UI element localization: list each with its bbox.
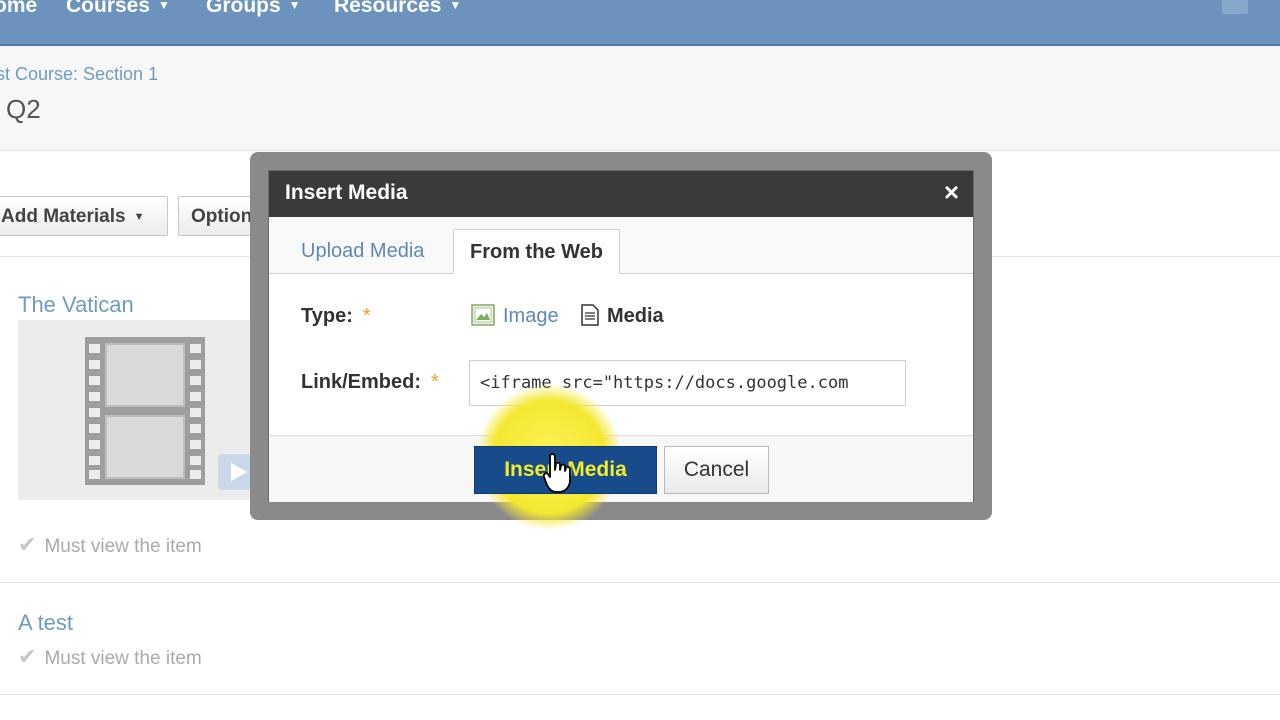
image-icon [471, 303, 495, 326]
nav-home[interactable]: ome [0, 0, 37, 18]
page-header: st Course: Section 1 Q2 [0, 46, 1280, 151]
type-option-media[interactable]: Media [581, 303, 664, 328]
media-thumbnail[interactable] [18, 320, 262, 500]
dialog-title: Insert Media [285, 181, 408, 204]
film-icon [85, 337, 205, 485]
nav-resources-label: Resources [334, 0, 442, 17]
link-embed-label: Link/Embed: * [301, 371, 439, 394]
tab-from-the-web[interactable]: From the Web [453, 229, 620, 274]
chevron-down-icon: ▼ [449, 0, 462, 12]
dialog-header: Insert Media × [269, 171, 973, 217]
divider [0, 582, 1280, 583]
document-icon [581, 303, 599, 326]
required-star: * [362, 305, 371, 327]
requirement-label: Must view the item [44, 536, 202, 557]
type-label-text: Type: [301, 305, 353, 327]
nav-courses-label: Courses [66, 0, 151, 17]
checkmark-icon: ✔ [18, 532, 37, 557]
divider [0, 694, 1280, 695]
chevron-down-icon: ▼ [288, 0, 301, 12]
nav-home-label: ome [0, 0, 38, 17]
nav-groups-label: Groups [206, 0, 281, 17]
add-materials-button[interactable]: Add Materials ▼ [0, 196, 168, 236]
add-materials-label: Add Materials [1, 206, 126, 227]
type-option-image[interactable]: Image [471, 303, 559, 328]
link-embed-label-text: Link/Embed: [301, 371, 422, 393]
type-option-image-label: Image [503, 305, 559, 327]
type-label: Type: * [301, 305, 371, 328]
page-title: Q2 [6, 94, 41, 124]
close-icon[interactable]: × [944, 177, 959, 208]
tab-strip: Upload Media From the Web [269, 217, 973, 274]
item-title[interactable]: The Vatican [18, 292, 134, 318]
nav-groups[interactable]: Groups ▼ [206, 0, 301, 18]
breadcrumb[interactable]: st Course: Section 1 [0, 64, 158, 85]
user-menu-icon[interactable] [1222, 0, 1248, 14]
chevron-down-icon: ▼ [158, 0, 170, 12]
type-option-media-label: Media [607, 305, 664, 327]
requirement-label: Must view the item [44, 648, 202, 669]
requirement-row: ✔ Must view the item [18, 532, 202, 558]
nav-resources[interactable]: Resources ▼ [334, 0, 461, 18]
cancel-button[interactable]: Cancel [664, 446, 769, 494]
required-star: * [431, 371, 439, 393]
hand-cursor-icon [543, 453, 571, 493]
top-nav-bar: ome Courses ▼ Groups ▼ Resources ▼ [0, 0, 1280, 46]
tab-upload-media[interactable]: Upload Media [301, 229, 424, 273]
item-title[interactable]: A test [18, 610, 73, 636]
nav-courses[interactable]: Courses ▼ [66, 0, 170, 18]
chevron-down-icon: ▼ [133, 211, 145, 223]
checkmark-icon: ✔ [18, 644, 37, 669]
requirement-row: ✔ Must view the item [18, 644, 202, 670]
